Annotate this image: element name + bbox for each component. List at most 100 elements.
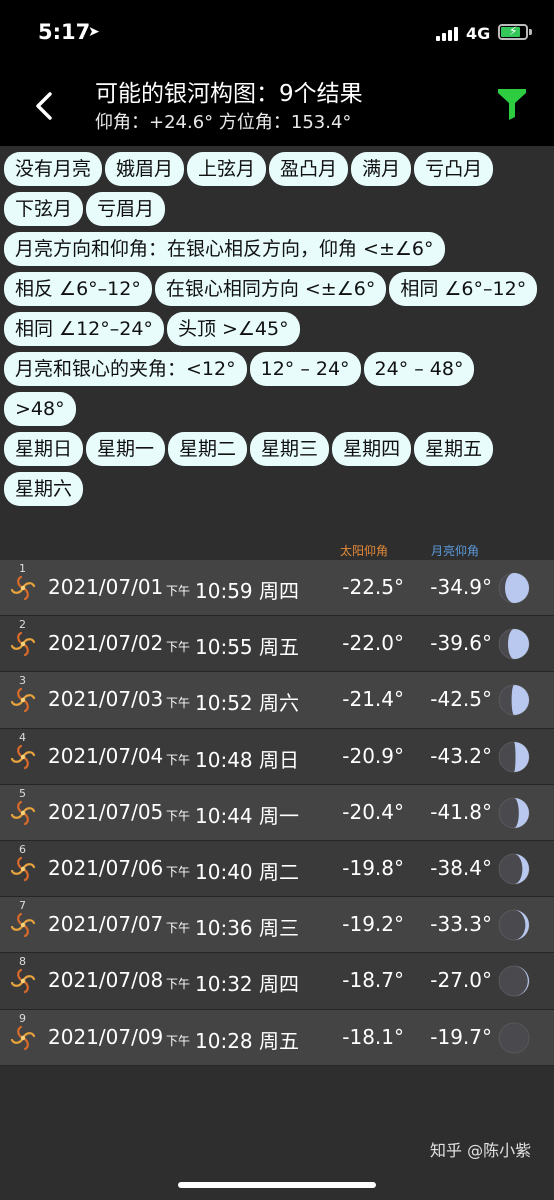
home-indicator [178, 1182, 376, 1188]
row-ampm: 下午 [166, 584, 191, 598]
row-date: 2021/07/01 [48, 575, 164, 599]
row-moon-altitude: -19.7° [430, 1024, 492, 1049]
chip-last-quarter[interactable]: 下弦月 [4, 192, 84, 226]
galaxy-icon [10, 632, 36, 657]
galaxy-icon [10, 913, 36, 938]
table-row[interactable]: 6 2021/07/06 下午 10:40 周二 -19.8° -38.4° [0, 840, 554, 898]
chip-angle-24-48[interactable]: 24° – 48° [363, 352, 475, 386]
nav-bar: 可能的银河构图：9个结果 仰角：+24.6° 方位角：153.4° [0, 64, 554, 146]
watermark: 知乎 @陈小紫 [430, 1141, 532, 1160]
chip-angle-12-24[interactable]: 12° – 24° [249, 352, 361, 386]
moon-altitude-header: 月亮仰角 [431, 544, 480, 558]
location-arrow-icon: ➤ [88, 24, 100, 40]
direction-filters: 月亮方向和仰角：在银心相反方向，仰角 <±∠6° 相反 ∠6°–12° 在银心相… [4, 232, 550, 352]
row-weekday: 周四 [259, 579, 299, 603]
row-date: 2021/07/09 [48, 1024, 164, 1049]
chip-same-12-24[interactable]: 相同 ∠12°–24° [4, 312, 164, 346]
chip-angle-gt48[interactable]: >48° [4, 392, 76, 426]
row-weekday: 周五 [259, 1028, 299, 1053]
row-ampm: 下午 [166, 696, 191, 711]
chip-overhead[interactable]: 头顶 >∠45° [166, 312, 300, 346]
row-time: 10:48 周日 [195, 744, 299, 773]
chip-thursday[interactable]: 星期四 [332, 432, 412, 466]
row-sun-altitude: -19.8° [342, 855, 404, 880]
chip-monday[interactable]: 星期一 [86, 432, 166, 466]
row-time-value: 10:59 [195, 579, 253, 603]
table-row[interactable]: 1 2021/07/01 下午 10:59 周四 -22.5° -34.9° [0, 560, 554, 617]
chip-direction-opposite-low[interactable]: 月亮方向和仰角：在银心相反方向，仰角 <±∠6° [4, 232, 445, 266]
battery-cap [529, 29, 532, 35]
chip-waning-gibbous[interactable]: 亏凸月 [414, 152, 494, 186]
chip-opposite-6-12[interactable]: 相反 ∠6°–12° [4, 272, 152, 306]
moon-phase-icon [498, 1022, 530, 1053]
row-moon-altitude: -38.4° [430, 855, 492, 880]
moon-phase-icon [498, 572, 530, 604]
row-index: 7 [19, 899, 26, 913]
row-sun-altitude: -20.9° [342, 743, 404, 768]
angle-filters: 月亮和银心的夹角：<12° 12° – 24° 24° – 48° >48° [4, 352, 550, 432]
table-row[interactable]: 4 2021/07/04 下午 10:48 周日 -20.9° -43.2° [0, 728, 554, 785]
table-row[interactable]: 7 2021/07/07 下午 10:36 周三 -19.2° -33.3° [0, 897, 554, 954]
moon-phase-icon [498, 909, 530, 941]
row-time-value: 10:40 [195, 859, 253, 884]
table-row[interactable]: 3 2021/07/03 下午 10:52 周六 -21.4° -42.5° [0, 672, 554, 729]
chip-same-direction-low[interactable]: 在银心相同方向 <±∠6° [154, 272, 387, 306]
row-time-value: 10:28 [195, 1028, 253, 1053]
chip-first-quarter[interactable]: 上弦月 [187, 152, 267, 186]
row-ampm: 下午 [166, 977, 191, 992]
chevron-left-icon[interactable] [28, 86, 58, 126]
row-date: 2021/07/08 [48, 968, 164, 993]
row-time: 10:28 周五 [195, 1025, 299, 1054]
chip-waxing-gibbous[interactable]: 盈凸月 [269, 152, 349, 186]
row-ampm: 下午 [166, 864, 191, 879]
chip-full-moon[interactable]: 满月 [351, 152, 412, 186]
table-row[interactable]: 8 2021/07/08 下午 10:32 周四 -18.7° -27.0° [0, 953, 554, 1010]
row-time: 10:44 周一 [195, 800, 299, 829]
signal-icon [436, 27, 460, 41]
row-time: 10:36 周三 [195, 912, 299, 941]
row-sun-altitude: -21.4° [342, 687, 404, 712]
table-row[interactable]: 2 2021/07/02 下午 10:55 周五 -22.0° -39.6° [0, 616, 554, 673]
row-time: 10:40 周二 [195, 856, 299, 885]
funnel-icon[interactable] [496, 86, 528, 120]
galaxy-icon [10, 969, 36, 994]
row-time-value: 10:36 [195, 916, 253, 941]
row-weekday: 周五 [259, 635, 299, 660]
row-weekday: 周日 [259, 747, 299, 772]
row-sun-altitude: -18.1° [342, 1024, 404, 1049]
row-moon-altitude: -33.3° [430, 912, 492, 937]
table-row[interactable]: 9 2021/07/09 下午 10:28 周五 -18.1° -19.7° [0, 1009, 554, 1066]
row-index: 5 [19, 786, 26, 800]
table-row[interactable]: 5 2021/07/05 下午 10:44 周一 -20.4° -41.8° [0, 784, 554, 841]
row-moon-altitude: -34.9° [430, 575, 492, 599]
chip-angle-lt12[interactable]: 月亮和银心的夹角：<12° [4, 352, 247, 386]
chip-waxing-crescent[interactable]: 娥眉月 [105, 152, 185, 186]
chip-wednesday[interactable]: 星期三 [250, 432, 330, 466]
row-date: 2021/07/05 [48, 799, 164, 824]
moon-phase-icon [498, 684, 530, 716]
row-date: 2021/07/07 [48, 912, 164, 937]
row-sun-altitude: -20.4° [342, 799, 404, 824]
chip-saturday[interactable]: 星期六 [4, 472, 84, 506]
chip-sunday[interactable]: 星期日 [4, 432, 84, 466]
row-sun-altitude: -22.0° [342, 631, 404, 656]
chip-waning-crescent[interactable]: 亏眉月 [86, 192, 166, 226]
row-weekday: 周三 [259, 916, 299, 941]
row-index: 2 [19, 618, 26, 632]
chip-same-6-12[interactable]: 相同 ∠6°–12° [389, 272, 538, 306]
row-weekday: 周六 [259, 691, 299, 716]
row-ampm: 下午 [166, 752, 191, 767]
row-moon-altitude: -27.0° [430, 968, 492, 993]
row-time: 10:59 周四 [195, 575, 299, 604]
battery-icon: ⚡ [498, 24, 528, 40]
moon-phase-icon [498, 628, 530, 660]
chip-tuesday[interactable]: 星期二 [168, 432, 248, 466]
row-time-value: 10:32 [195, 972, 253, 997]
galaxy-icon [10, 1025, 36, 1050]
row-ampm: 下午 [166, 808, 191, 823]
chip-no-moon[interactable]: 没有月亮 [4, 152, 103, 186]
galaxy-icon [10, 800, 36, 825]
chip-friday[interactable]: 星期五 [414, 432, 494, 466]
row-index: 9 [19, 1011, 26, 1025]
row-date: 2021/07/02 [48, 631, 164, 656]
